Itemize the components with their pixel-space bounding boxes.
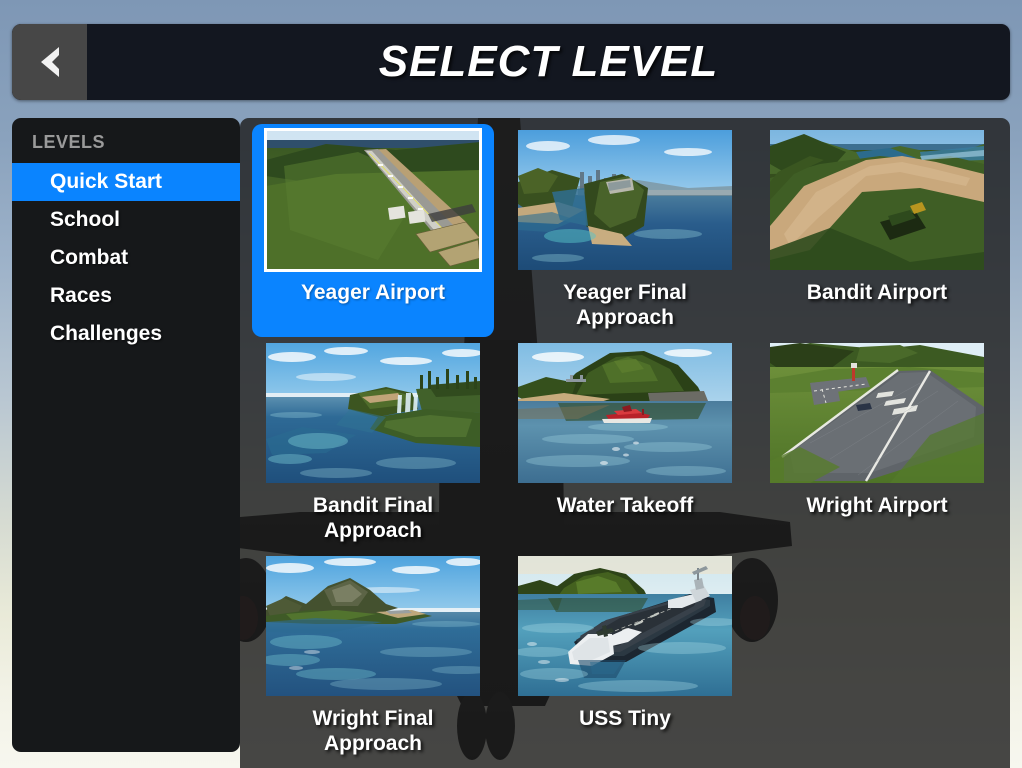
sidebar-item-label: Quick Start [50,170,163,193]
level-card-bandit-airport[interactable]: Bandit Airport [756,124,998,337]
level-card-yeager-final-approach[interactable]: Yeager Final Approach [504,124,746,337]
level-card-bandit-final-approach[interactable]: Bandit Final Approach [252,337,494,550]
sidebar-item-school[interactable]: School [12,201,240,239]
chevron-left-icon [40,47,59,77]
page-title: SELECT LEVEL [378,37,719,86]
level-card-label: Wright Final Approach [312,707,434,755]
sidebar-item-label: School [50,208,121,231]
thumbnail-ocean-island-waterfall [266,343,480,483]
thumbnail-seaplane-on-water [518,343,732,483]
level-card-label: Bandit Airport [806,281,948,304]
sidebar-item-combat[interactable]: Combat [12,239,240,277]
level-card-yeager-airport[interactable]: Yeager Airport [252,124,494,337]
sidebar-item-label: Races [50,284,112,307]
level-card-label: Water Takeoff [556,494,694,517]
sidebar-heading: LEVELS [32,132,106,152]
level-card-label: Wright Airport [806,494,948,517]
level-card-label: USS Tiny [579,707,671,730]
sidebar-item-races[interactable]: Races [12,277,240,315]
thumbnail-paved-runway-aerial [264,128,482,272]
levels-sidebar: LEVELS Quick Start School Combat Races C… [12,118,240,752]
sidebar-item-label: Combat [50,246,129,269]
level-grid-panel: Yeager Airport Yeager Final Approach Ban… [240,118,1010,768]
thumbnail-paved-runway-grass [770,343,984,483]
thumbnail-island-runway-approach [518,130,732,270]
level-card-label: Bandit Final Approach [312,494,434,542]
header-bar: SELECT LEVEL [12,24,1010,100]
sidebar-item-challenges[interactable]: Challenges [12,315,240,353]
sidebar-item-quick-start[interactable]: Quick Start [12,163,240,201]
level-grid: Yeager Airport Yeager Final Approach Ban… [240,118,1010,763]
level-card-water-takeoff[interactable]: Water Takeoff [504,337,746,550]
level-card-label: Yeager Final Approach [563,281,687,329]
back-button[interactable] [12,24,87,100]
thumbnail-mountain-island-ocean [266,556,480,696]
level-card-wright-airport[interactable]: Wright Airport [756,337,998,550]
sidebar-item-label: Challenges [50,322,163,345]
level-card-wright-final-approach[interactable]: Wright Final Approach [252,550,494,763]
header-title-wrap: SELECT LEVEL [87,24,1010,100]
level-card-uss-tiny[interactable]: USS Tiny [504,550,746,763]
level-card-label: Yeager Airport [301,281,445,304]
thumbnail-dirt-runway-coast [770,130,984,270]
thumbnail-aircraft-carrier [518,556,732,696]
